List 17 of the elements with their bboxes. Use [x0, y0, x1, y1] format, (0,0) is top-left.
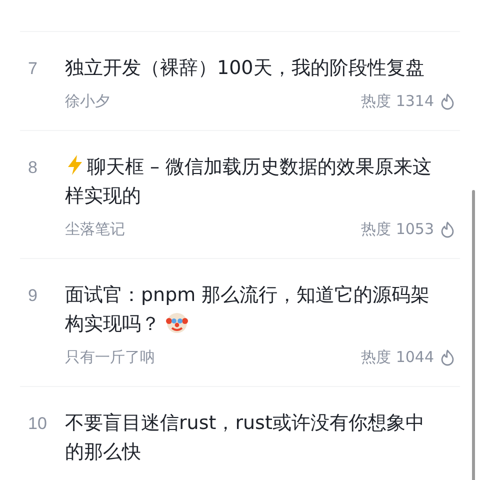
rank-number: 7	[27, 58, 38, 80]
article-title[interactable]: 聊天框 – 微信加载历史数据的效果原来这样实现的	[65, 153, 443, 211]
article-title[interactable]: 不要盲目迷信rust，rust或许没有你想象中的那么快	[65, 409, 443, 467]
flame-icon	[440, 92, 455, 110]
rank-number: 9	[27, 285, 38, 307]
clown-icon	[166, 312, 188, 334]
rank-number: 10	[27, 413, 48, 435]
lightning-icon	[65, 154, 85, 176]
article-title[interactable]: 独立开发（裸辞）100天，我的阶段性复盘	[65, 54, 443, 83]
rank-number: 8	[27, 157, 38, 179]
article-title[interactable]: 面试官：pnpm 那么流行，知道它的源码架构实现吗？	[65, 281, 443, 339]
heat-count: 热度 1053	[361, 219, 434, 240]
flame-icon	[440, 348, 455, 366]
scrollbar[interactable]	[472, 190, 475, 480]
flame-icon	[440, 220, 455, 238]
heat-count: 热度 1044	[361, 347, 434, 368]
heat-count: 热度 1314	[361, 91, 434, 112]
